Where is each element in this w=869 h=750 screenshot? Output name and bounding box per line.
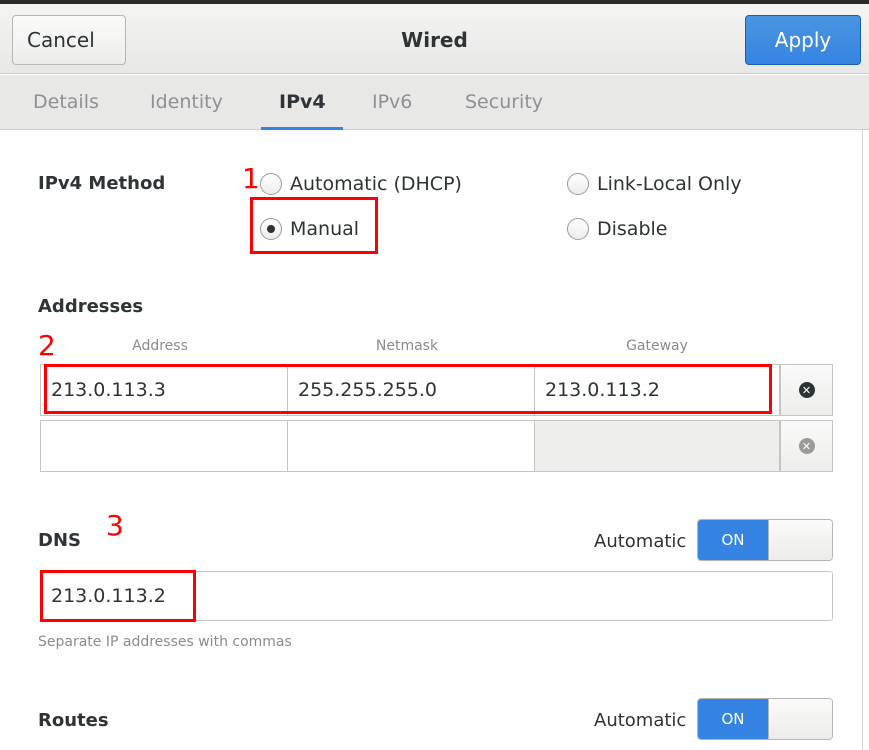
radio-label: Link-Local Only	[597, 173, 742, 195]
gateway-input[interactable]	[535, 421, 779, 471]
dns-automatic-switch[interactable]: ON	[697, 519, 833, 561]
active-tab-indicator	[261, 127, 343, 130]
radio-label: Disable	[597, 218, 668, 240]
annotation-number-3: 3	[106, 509, 124, 542]
radio-manual[interactable]: Manual	[260, 215, 359, 243]
tab-ipv6[interactable]: IPv6	[372, 75, 412, 130]
tab-security[interactable]: Security	[465, 75, 543, 130]
address-input[interactable]	[41, 421, 288, 471]
addresses-label: Addresses	[38, 296, 144, 317]
address-input[interactable]: 213.0.113.3	[41, 365, 288, 415]
radio-automatic-dhcp[interactable]: Automatic (DHCP)	[260, 170, 462, 198]
x-circle-icon: ✕	[798, 438, 815, 454]
column-header-netmask: Netmask	[375, 338, 439, 354]
address-row-empty	[40, 420, 780, 472]
dns-automatic-label: Automatic	[594, 531, 687, 552]
switch-on-label: ON	[698, 520, 768, 560]
ipv4-method-label: IPv4 Method	[38, 173, 166, 194]
routes-automatic-label: Automatic	[594, 710, 687, 731]
dns-hint: Separate IP addresses with commas	[38, 634, 292, 650]
routes-label: Routes	[38, 710, 109, 731]
tab-identity[interactable]: Identity	[150, 75, 223, 130]
switch-knob	[768, 699, 832, 739]
window-title: Wired	[401, 28, 468, 52]
dns-label: DNS	[38, 530, 81, 551]
apply-button[interactable]: Apply	[745, 15, 861, 65]
radio-circle	[260, 173, 282, 195]
dns-input[interactable]: 213.0.113.2	[40, 571, 833, 621]
netmask-input[interactable]	[288, 421, 535, 471]
switch-knob	[768, 520, 832, 560]
scrollbar[interactable]	[862, 130, 863, 750]
radio-circle	[567, 173, 589, 195]
annotation-number-2: 2	[38, 329, 56, 362]
tab-bar: Details Identity IPv4 IPv6 Security	[0, 75, 869, 130]
header-bar: Cancel Wired Apply	[0, 4, 869, 74]
switch-on-label: ON	[698, 699, 768, 739]
remove-address-button[interactable]: ✕	[780, 420, 833, 472]
tab-details[interactable]: Details	[33, 75, 99, 130]
radio-label: Automatic (DHCP)	[290, 173, 462, 195]
column-header-gateway: Gateway	[626, 338, 688, 354]
address-row: 213.0.113.3 255.255.255.0 213.0.113.2	[40, 364, 780, 416]
radio-label: Manual	[290, 218, 360, 240]
radio-circle-checked	[260, 218, 282, 240]
netmask-input[interactable]: 255.255.255.0	[288, 365, 535, 415]
radio-circle	[567, 218, 589, 240]
routes-automatic-switch[interactable]: ON	[697, 698, 833, 740]
tab-ipv4[interactable]: IPv4	[279, 75, 326, 130]
column-header-address: Address	[132, 338, 188, 354]
gateway-input[interactable]: 213.0.113.2	[535, 365, 779, 415]
x-circle-icon: ✕	[798, 382, 815, 398]
annotation-number-1: 1	[242, 162, 260, 195]
radio-link-local-only[interactable]: Link-Local Only	[567, 170, 742, 198]
radio-disable[interactable]: Disable	[567, 215, 667, 243]
remove-address-button[interactable]: ✕	[780, 364, 833, 416]
